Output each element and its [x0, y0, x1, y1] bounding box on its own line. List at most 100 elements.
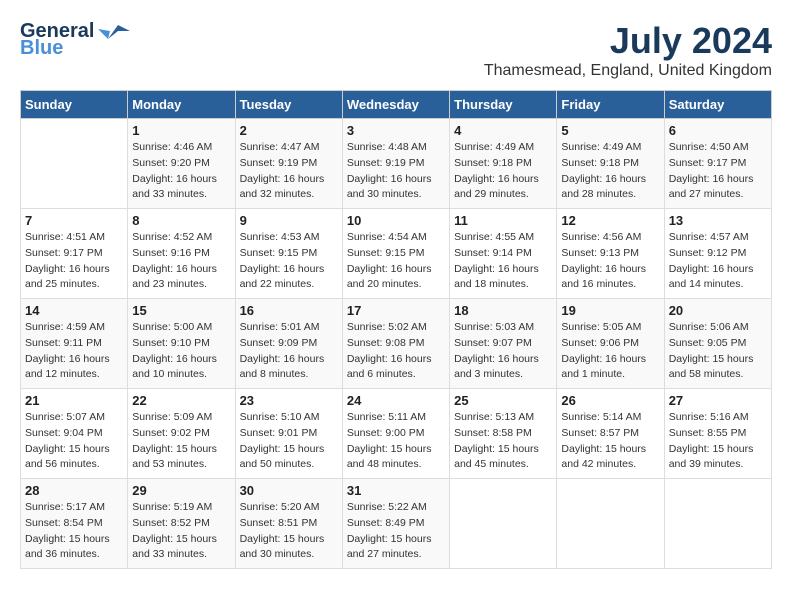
calendar-cell: 11 Sunrise: 4:55 AMSunset: 9:14 PMDaylig…: [450, 209, 557, 299]
calendar-cell: 13 Sunrise: 4:57 AMSunset: 9:12 PMDaylig…: [664, 209, 771, 299]
logo-bird-icon: [98, 21, 130, 43]
day-number: 20: [669, 303, 767, 318]
calendar-cell: 31 Sunrise: 5:22 AMSunset: 8:49 PMDaylig…: [342, 479, 449, 569]
day-info: Sunrise: 4:49 AMSunset: 9:18 PMDaylight:…: [561, 141, 646, 200]
day-number: 1: [132, 123, 230, 138]
calendar-cell: [557, 479, 664, 569]
calendar-cell: 8 Sunrise: 4:52 AMSunset: 9:16 PMDayligh…: [128, 209, 235, 299]
day-info: Sunrise: 5:22 AMSunset: 8:49 PMDaylight:…: [347, 501, 432, 560]
day-number: 22: [132, 393, 230, 408]
calendar-table: SundayMondayTuesdayWednesdayThursdayFrid…: [20, 90, 772, 569]
day-number: 27: [669, 393, 767, 408]
day-number: 6: [669, 123, 767, 138]
day-number: 17: [347, 303, 445, 318]
day-number: 23: [240, 393, 338, 408]
calendar-cell: 20 Sunrise: 5:06 AMSunset: 9:05 PMDaylig…: [664, 299, 771, 389]
day-number: 5: [561, 123, 659, 138]
calendar-cell: 27 Sunrise: 5:16 AMSunset: 8:55 PMDaylig…: [664, 389, 771, 479]
day-number: 12: [561, 213, 659, 228]
calendar-week-row: 21 Sunrise: 5:07 AMSunset: 9:04 PMDaylig…: [21, 389, 772, 479]
day-number: 4: [454, 123, 552, 138]
day-info: Sunrise: 4:54 AMSunset: 9:15 PMDaylight:…: [347, 231, 432, 290]
day-info: Sunrise: 4:48 AMSunset: 9:19 PMDaylight:…: [347, 141, 432, 200]
day-number: 7: [25, 213, 123, 228]
calendar-cell: [664, 479, 771, 569]
day-info: Sunrise: 4:56 AMSunset: 9:13 PMDaylight:…: [561, 231, 646, 290]
day-number: 2: [240, 123, 338, 138]
calendar-week-row: 14 Sunrise: 4:59 AMSunset: 9:11 PMDaylig…: [21, 299, 772, 389]
day-number: 14: [25, 303, 123, 318]
day-info: Sunrise: 5:01 AMSunset: 9:09 PMDaylight:…: [240, 321, 325, 380]
day-number: 28: [25, 483, 123, 498]
day-number: 11: [454, 213, 552, 228]
day-number: 3: [347, 123, 445, 138]
day-info: Sunrise: 5:13 AMSunset: 8:58 PMDaylight:…: [454, 411, 539, 470]
day-info: Sunrise: 4:50 AMSunset: 9:17 PMDaylight:…: [669, 141, 754, 200]
day-info: Sunrise: 4:55 AMSunset: 9:14 PMDaylight:…: [454, 231, 539, 290]
day-number: 31: [347, 483, 445, 498]
calendar-cell: 18 Sunrise: 5:03 AMSunset: 9:07 PMDaylig…: [450, 299, 557, 389]
day-info: Sunrise: 4:46 AMSunset: 9:20 PMDaylight:…: [132, 141, 217, 200]
day-number: 9: [240, 213, 338, 228]
header-friday: Friday: [557, 91, 664, 119]
day-info: Sunrise: 4:52 AMSunset: 9:16 PMDaylight:…: [132, 231, 217, 290]
day-info: Sunrise: 5:03 AMSunset: 9:07 PMDaylight:…: [454, 321, 539, 380]
calendar-cell: 19 Sunrise: 5:05 AMSunset: 9:06 PMDaylig…: [557, 299, 664, 389]
calendar-cell: 12 Sunrise: 4:56 AMSunset: 9:13 PMDaylig…: [557, 209, 664, 299]
day-info: Sunrise: 5:10 AMSunset: 9:01 PMDaylight:…: [240, 411, 325, 470]
page-header: General Blue July 2024 Thamesmead, Engla…: [20, 20, 772, 80]
calendar-cell: 6 Sunrise: 4:50 AMSunset: 9:17 PMDayligh…: [664, 119, 771, 209]
day-info: Sunrise: 5:09 AMSunset: 9:02 PMDaylight:…: [132, 411, 217, 470]
day-info: Sunrise: 5:14 AMSunset: 8:57 PMDaylight:…: [561, 411, 646, 470]
calendar-cell: [450, 479, 557, 569]
logo-blue-text: Blue: [20, 37, 63, 60]
calendar-cell: 25 Sunrise: 5:13 AMSunset: 8:58 PMDaylig…: [450, 389, 557, 479]
title-area: July 2024 Thamesmead, England, United Ki…: [484, 20, 772, 80]
calendar-cell: 9 Sunrise: 4:53 AMSunset: 9:15 PMDayligh…: [235, 209, 342, 299]
day-number: 18: [454, 303, 552, 318]
day-number: 21: [25, 393, 123, 408]
day-info: Sunrise: 5:00 AMSunset: 9:10 PMDaylight:…: [132, 321, 217, 380]
day-info: Sunrise: 5:05 AMSunset: 9:06 PMDaylight:…: [561, 321, 646, 380]
calendar-cell: 4 Sunrise: 4:49 AMSunset: 9:18 PMDayligh…: [450, 119, 557, 209]
day-info: Sunrise: 4:47 AMSunset: 9:19 PMDaylight:…: [240, 141, 325, 200]
location-subtitle: Thamesmead, England, United Kingdom: [484, 62, 772, 80]
calendar-header-row: SundayMondayTuesdayWednesdayThursdayFrid…: [21, 91, 772, 119]
day-info: Sunrise: 5:17 AMSunset: 8:54 PMDaylight:…: [25, 501, 110, 560]
calendar-cell: 21 Sunrise: 5:07 AMSunset: 9:04 PMDaylig…: [21, 389, 128, 479]
calendar-cell: 17 Sunrise: 5:02 AMSunset: 9:08 PMDaylig…: [342, 299, 449, 389]
month-year-title: July 2024: [484, 20, 772, 62]
day-info: Sunrise: 4:59 AMSunset: 9:11 PMDaylight:…: [25, 321, 110, 380]
day-number: 26: [561, 393, 659, 408]
day-info: Sunrise: 5:16 AMSunset: 8:55 PMDaylight:…: [669, 411, 754, 470]
day-info: Sunrise: 5:07 AMSunset: 9:04 PMDaylight:…: [25, 411, 110, 470]
calendar-cell: 10 Sunrise: 4:54 AMSunset: 9:15 PMDaylig…: [342, 209, 449, 299]
day-info: Sunrise: 4:57 AMSunset: 9:12 PMDaylight:…: [669, 231, 754, 290]
day-number: 19: [561, 303, 659, 318]
calendar-cell: 29 Sunrise: 5:19 AMSunset: 8:52 PMDaylig…: [128, 479, 235, 569]
logo: General Blue: [20, 20, 130, 60]
day-number: 25: [454, 393, 552, 408]
header-sunday: Sunday: [21, 91, 128, 119]
calendar-cell: 1 Sunrise: 4:46 AMSunset: 9:20 PMDayligh…: [128, 119, 235, 209]
header-wednesday: Wednesday: [342, 91, 449, 119]
calendar-cell: 16 Sunrise: 5:01 AMSunset: 9:09 PMDaylig…: [235, 299, 342, 389]
calendar-cell: 24 Sunrise: 5:11 AMSunset: 9:00 PMDaylig…: [342, 389, 449, 479]
calendar-cell: 5 Sunrise: 4:49 AMSunset: 9:18 PMDayligh…: [557, 119, 664, 209]
day-info: Sunrise: 5:11 AMSunset: 9:00 PMDaylight:…: [347, 411, 432, 470]
calendar-cell: 28 Sunrise: 5:17 AMSunset: 8:54 PMDaylig…: [21, 479, 128, 569]
calendar-cell: 15 Sunrise: 5:00 AMSunset: 9:10 PMDaylig…: [128, 299, 235, 389]
day-info: Sunrise: 4:53 AMSunset: 9:15 PMDaylight:…: [240, 231, 325, 290]
calendar-week-row: 1 Sunrise: 4:46 AMSunset: 9:20 PMDayligh…: [21, 119, 772, 209]
day-number: 24: [347, 393, 445, 408]
header-thursday: Thursday: [450, 91, 557, 119]
day-info: Sunrise: 4:51 AMSunset: 9:17 PMDaylight:…: [25, 231, 110, 290]
day-info: Sunrise: 5:02 AMSunset: 9:08 PMDaylight:…: [347, 321, 432, 380]
day-number: 15: [132, 303, 230, 318]
calendar-week-row: 28 Sunrise: 5:17 AMSunset: 8:54 PMDaylig…: [21, 479, 772, 569]
calendar-cell: 7 Sunrise: 4:51 AMSunset: 9:17 PMDayligh…: [21, 209, 128, 299]
calendar-cell: 26 Sunrise: 5:14 AMSunset: 8:57 PMDaylig…: [557, 389, 664, 479]
day-number: 16: [240, 303, 338, 318]
header-tuesday: Tuesday: [235, 91, 342, 119]
header-saturday: Saturday: [664, 91, 771, 119]
